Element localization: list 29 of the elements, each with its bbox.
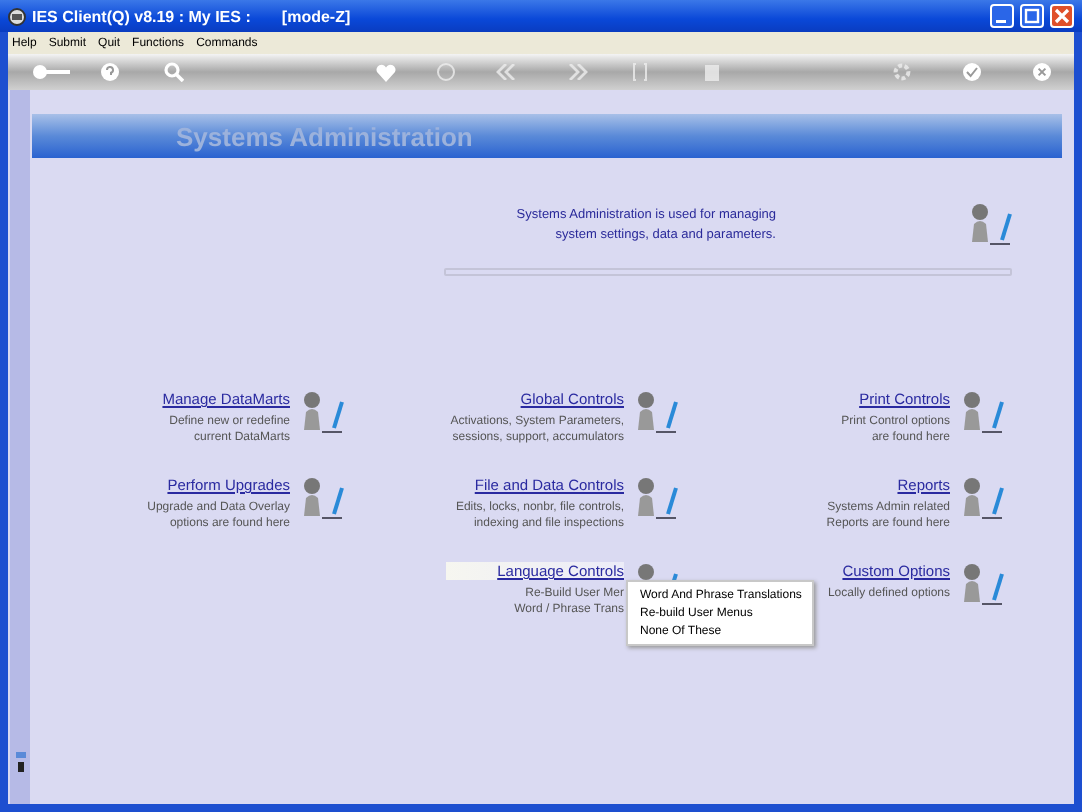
maximize-icon: [1024, 8, 1040, 24]
close-icon: [1054, 8, 1070, 24]
app-icon: [8, 7, 26, 25]
person-pen-icon: [634, 390, 678, 434]
page-title: Systems Administration: [176, 121, 473, 151]
help-icon[interactable]: [100, 62, 120, 82]
heart-icon[interactable]: [376, 63, 396, 81]
person-pen-icon: [634, 476, 678, 520]
person-pen-icon: [960, 476, 1004, 520]
square-icon[interactable]: [704, 63, 720, 81]
person-pen-icon: [300, 476, 344, 520]
person-pen-icon: [968, 202, 1012, 246]
close-button[interactable]: [1050, 4, 1074, 28]
check-icon[interactable]: [962, 62, 982, 82]
window-title: IES Client(Q) v8.19 : My IES : [mode-Z]: [32, 7, 351, 25]
maximize-button[interactable]: [1020, 4, 1044, 28]
key-icon[interactable]: [32, 62, 72, 82]
bracket-icon[interactable]: [632, 62, 648, 82]
minimize-button[interactable]: [990, 4, 1014, 28]
circle-icon[interactable]: [436, 62, 456, 82]
person-pen-icon: [960, 390, 1004, 434]
fast-forward-icon[interactable]: [568, 64, 588, 80]
status-icon: [13, 752, 27, 772]
rewind-icon[interactable]: [496, 64, 516, 80]
gear-icon[interactable]: [892, 62, 912, 82]
close-icon[interactable]: [1032, 62, 1052, 82]
person-pen-icon: [300, 390, 344, 434]
search-icon[interactable]: [164, 62, 184, 82]
person-pen-icon: [960, 562, 1004, 606]
